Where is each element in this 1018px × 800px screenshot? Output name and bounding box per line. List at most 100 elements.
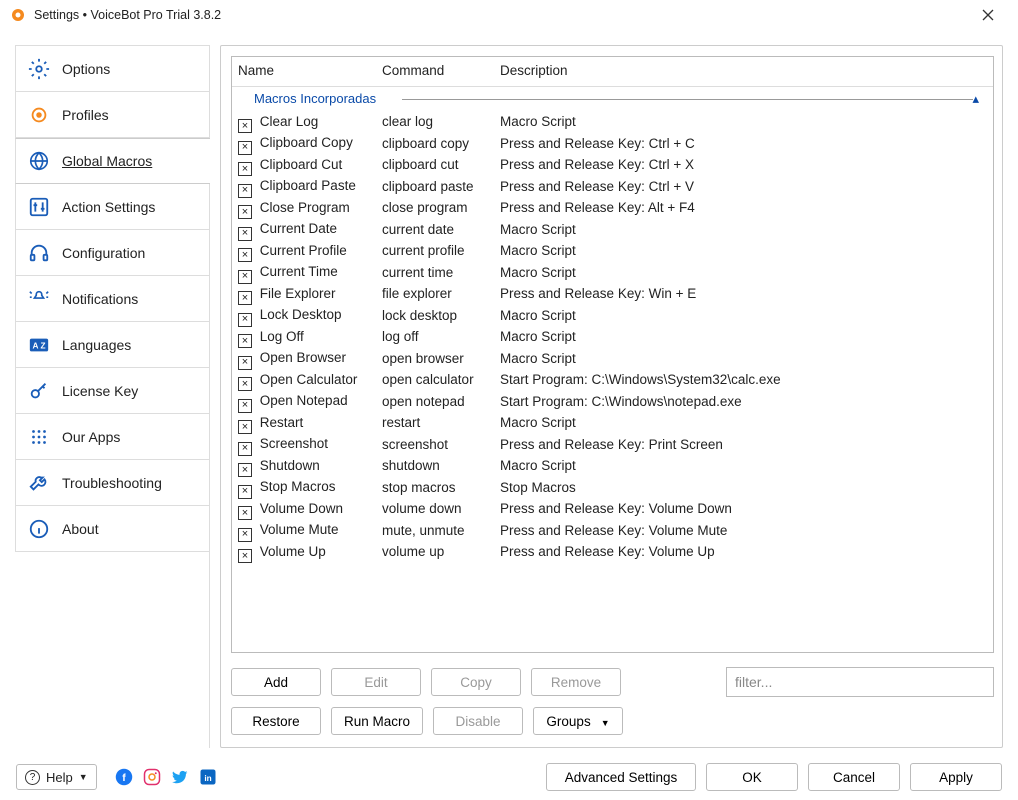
apply-button[interactable]: Apply	[910, 763, 1002, 791]
enable-checkbox[interactable]: ×	[238, 485, 252, 499]
table-row[interactable]: × Open Calculatoropen calculatorStart Pr…	[232, 369, 993, 391]
instagram-icon[interactable]	[143, 768, 161, 786]
app-icon	[10, 7, 26, 23]
table-row[interactable]: × RestartrestartMacro Script	[232, 412, 993, 434]
table-row[interactable]: × ScreenshotscreenshotPress and Release …	[232, 434, 993, 456]
close-button[interactable]	[968, 0, 1008, 30]
sidebar-item-label: Languages	[62, 337, 131, 353]
enable-checkbox[interactable]: ×	[238, 313, 252, 327]
footer: ? Help ▼ f in Advanced Settings OK Cance…	[0, 754, 1018, 800]
table-row[interactable]: × Log Offlog offMacro Script	[232, 326, 993, 348]
column-header-name[interactable]: Name	[232, 57, 376, 87]
table-row[interactable]: × Close Programclose programPress and Re…	[232, 197, 993, 219]
enable-checkbox[interactable]: ×	[238, 399, 252, 413]
enable-checkbox[interactable]: ×	[238, 141, 252, 155]
collapse-caret-icon: ▴	[972, 91, 979, 107]
macro-command: clear log	[382, 114, 433, 129]
sidebar-item-action-settings[interactable]: Action Settings	[15, 184, 210, 230]
table-row[interactable]: × Open Notepadopen notepadStart Program:…	[232, 391, 993, 413]
table-row[interactable]: × Volume Upvolume upPress and Release Ke…	[232, 541, 993, 563]
column-header-description[interactable]: Description	[494, 57, 993, 87]
enable-checkbox[interactable]: ×	[238, 227, 252, 241]
sidebar-item-our-apps[interactable]: Our Apps	[15, 414, 210, 460]
enable-checkbox[interactable]: ×	[238, 463, 252, 477]
linkedin-icon[interactable]: in	[199, 768, 217, 786]
table-row[interactable]: × Clipboard Copyclipboard copyPress and …	[232, 133, 993, 155]
copy-button[interactable]: Copy	[431, 668, 521, 696]
macro-description: Macro Script	[500, 458, 576, 473]
sidebar-item-global-macros[interactable]: Global Macros	[15, 138, 210, 184]
wrench-icon	[28, 472, 50, 494]
enable-checkbox[interactable]: ×	[238, 205, 252, 219]
macro-command: file explorer	[382, 286, 452, 301]
enable-checkbox[interactable]: ×	[238, 270, 252, 284]
edit-button[interactable]: Edit	[331, 668, 421, 696]
table-row[interactable]: × Stop Macrosstop macrosStop Macros	[232, 477, 993, 499]
enable-checkbox[interactable]: ×	[238, 291, 252, 305]
restore-button[interactable]: Restore	[231, 707, 321, 735]
table-row[interactable]: × Volume Mutemute, unmutePress and Relea…	[232, 520, 993, 542]
column-header-command[interactable]: Command	[376, 57, 494, 87]
macro-name: Volume Up	[260, 544, 326, 559]
enable-checkbox[interactable]: ×	[238, 248, 252, 262]
enable-checkbox[interactable]: ×	[238, 377, 252, 391]
macro-description: Press and Release Key: Ctrl + C	[500, 136, 695, 151]
sidebar-item-notifications[interactable]: Notifications	[15, 276, 210, 322]
enable-checkbox[interactable]: ×	[238, 184, 252, 198]
table-row[interactable]: × Clear Logclear logMacro Script	[232, 111, 993, 133]
sidebar-item-troubleshooting[interactable]: Troubleshooting	[15, 460, 210, 506]
enable-checkbox[interactable]: ×	[238, 119, 252, 133]
macro-name: Current Profile	[260, 243, 347, 258]
macro-command: close program	[382, 200, 468, 215]
table-scroll[interactable]: Name Command Description Macros Incorpor…	[232, 57, 993, 652]
table-row[interactable]: × File Explorerfile explorerPress and Re…	[232, 283, 993, 305]
table-row[interactable]: × Clipboard Cutclipboard cutPress and Re…	[232, 154, 993, 176]
macro-name: Shutdown	[260, 458, 320, 473]
facebook-icon[interactable]: f	[115, 768, 133, 786]
enable-checkbox[interactable]: ×	[238, 442, 252, 456]
help-dropdown[interactable]: ? Help ▼	[16, 764, 97, 790]
table-row[interactable]: × Current Timecurrent timeMacro Script	[232, 262, 993, 284]
macro-name: Open Browser	[260, 350, 346, 365]
add-button[interactable]: Add	[231, 668, 321, 696]
macro-description: Stop Macros	[500, 480, 576, 495]
table-row[interactable]: × Clipboard Pasteclipboard pastePress an…	[232, 176, 993, 198]
filter-input[interactable]	[726, 667, 994, 697]
table-row[interactable]: × Volume Downvolume downPress and Releas…	[232, 498, 993, 520]
table-row[interactable]: × Current Datecurrent dateMacro Script	[232, 219, 993, 241]
table-row[interactable]: × ShutdownshutdownMacro Script	[232, 455, 993, 477]
enable-checkbox[interactable]: ×	[238, 162, 252, 176]
enable-checkbox[interactable]: ×	[238, 334, 252, 348]
sidebar-item-label: Our Apps	[62, 429, 120, 445]
groups-dropdown[interactable]: Groups	[533, 707, 623, 735]
macro-command: clipboard paste	[382, 179, 474, 194]
enable-checkbox[interactable]: ×	[238, 420, 252, 434]
group-row[interactable]: Macros Incorporadas▴	[232, 87, 993, 112]
sidebar-item-label: About	[62, 521, 99, 537]
macro-description: Macro Script	[500, 329, 576, 344]
sidebar-item-profiles[interactable]: Profiles	[15, 92, 210, 138]
advanced-settings-button[interactable]: Advanced Settings	[546, 763, 696, 791]
run-macro-button[interactable]: Run Macro	[331, 707, 423, 735]
table-row[interactable]: × Lock Desktoplock desktopMacro Script	[232, 305, 993, 327]
sidebar-item-license-key[interactable]: License Key	[15, 368, 210, 414]
enable-checkbox[interactable]: ×	[238, 528, 252, 542]
sidebar-item-options[interactable]: Options	[15, 46, 210, 92]
disable-button[interactable]: Disable	[433, 707, 523, 735]
enable-checkbox[interactable]: ×	[238, 506, 252, 520]
enable-checkbox[interactable]: ×	[238, 549, 252, 563]
sidebar-item-label: Global Macros	[62, 153, 152, 169]
ok-button[interactable]: OK	[706, 763, 798, 791]
sidebar-item-about[interactable]: About	[15, 506, 210, 552]
sidebar-item-languages[interactable]: A Z Languages	[15, 322, 210, 368]
window-title: Settings • VoiceBot Pro Trial 3.8.2	[34, 8, 221, 22]
macro-name: Stop Macros	[260, 479, 336, 494]
twitter-icon[interactable]	[171, 768, 189, 786]
sidebar-item-configuration[interactable]: Configuration	[15, 230, 210, 276]
table-row[interactable]: × Open Browseropen browserMacro Script	[232, 348, 993, 370]
remove-button[interactable]: Remove	[531, 668, 621, 696]
table-row[interactable]: × Current Profilecurrent profileMacro Sc…	[232, 240, 993, 262]
macro-name: Clear Log	[260, 114, 319, 129]
cancel-button[interactable]: Cancel	[808, 763, 900, 791]
enable-checkbox[interactable]: ×	[238, 356, 252, 370]
